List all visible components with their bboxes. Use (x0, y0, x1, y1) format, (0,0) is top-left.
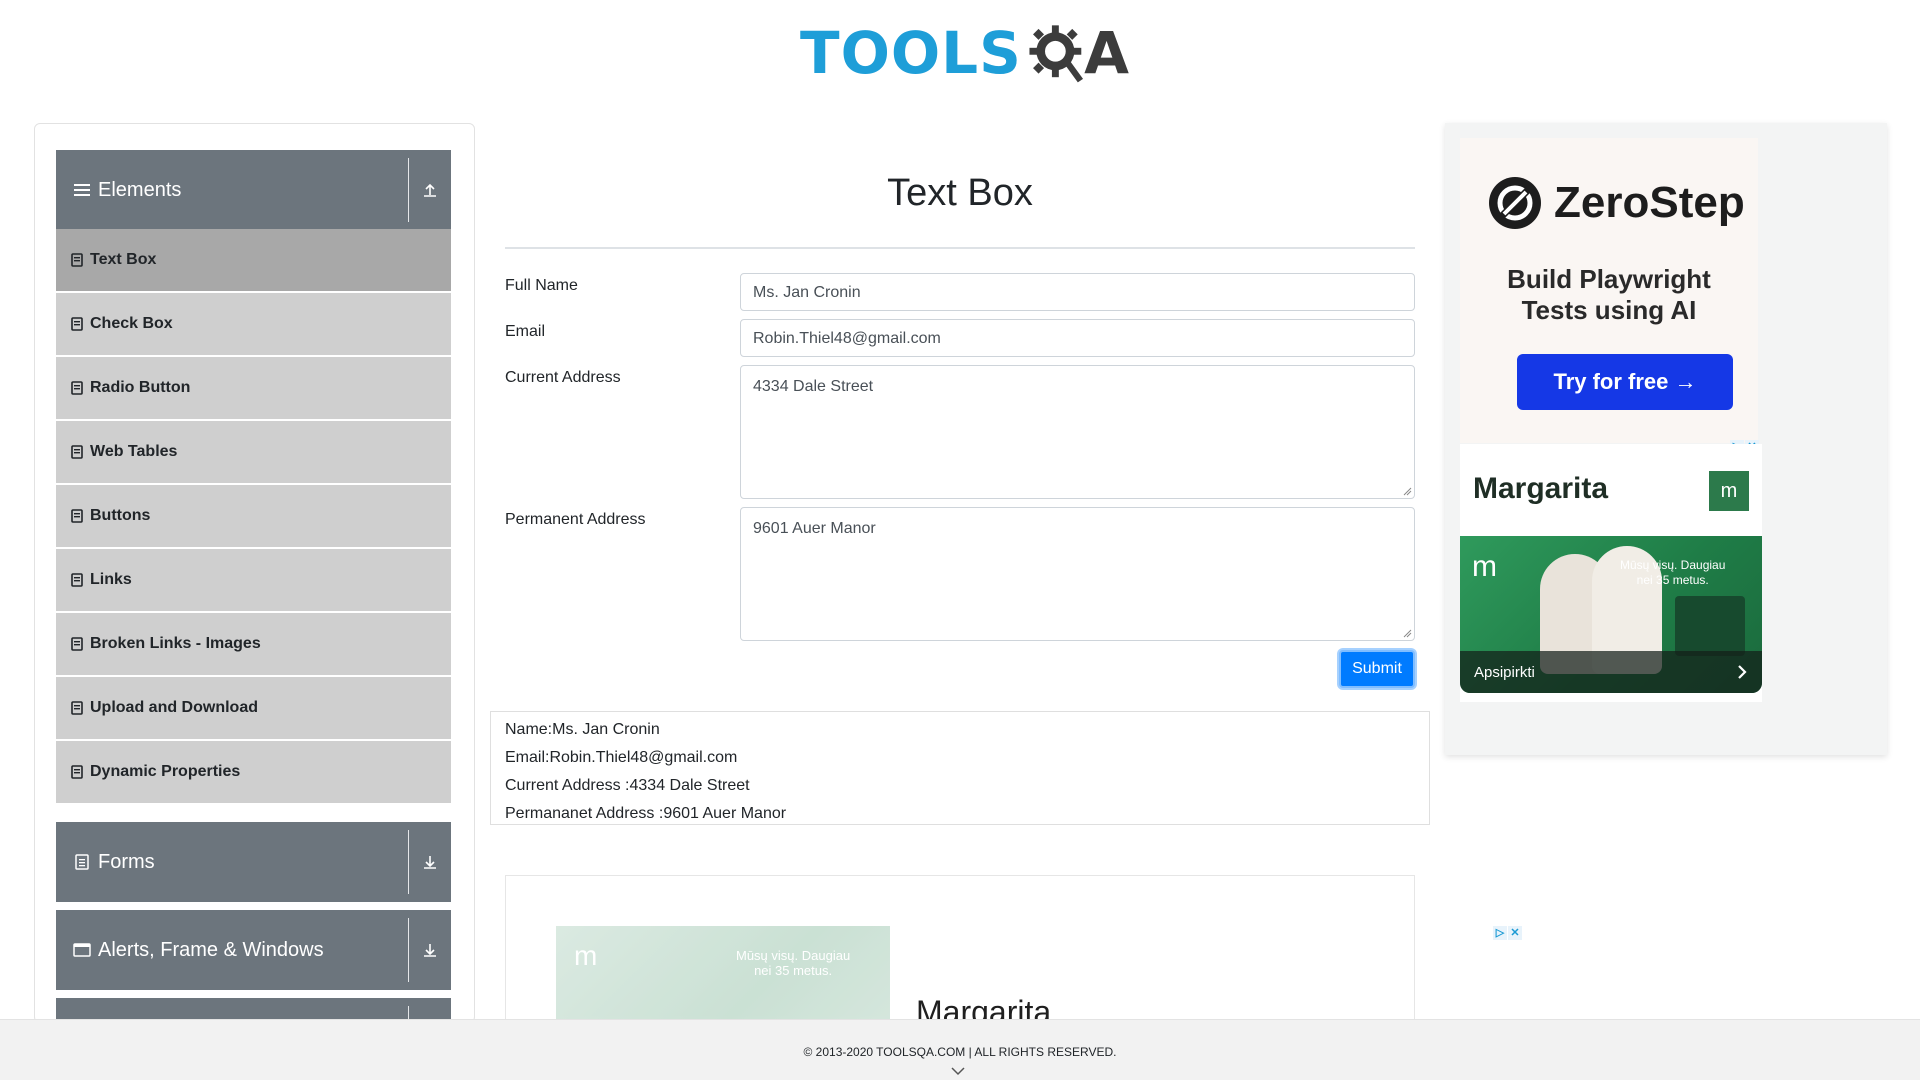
footer: © 2013-2020 TOOLSQA.COM | ALL RIGHTS RES… (0, 1019, 1920, 1080)
tagline-line2: Tests using AI (1521, 295, 1697, 325)
sidebar-item-label: Dynamic Properties (90, 763, 241, 780)
full-name-input[interactable]: Ms. Jan Cronin (740, 273, 1415, 311)
expand-arrow-icon[interactable] (409, 854, 451, 870)
list-item-icon (71, 253, 83, 267)
margarita-ad-image[interactable]: m Mūsų visų. Daugiau nei 35 metus. Apsip… (1460, 536, 1762, 693)
list-item-icon (71, 509, 83, 523)
sidebar-item-text-box[interactable]: Text Box (56, 229, 451, 291)
email-label: Email (505, 323, 546, 340)
logo-text-qa: A (1084, 19, 1130, 87)
sidebar-item-label: Radio Button (90, 379, 191, 396)
zerostep-brand-text: ZeroStep (1554, 178, 1745, 227)
document-icon (75, 854, 89, 870)
lower-ad-text-line2: nei 35 metus. (754, 963, 833, 978)
zerostep-brand: ZeroStep (1488, 176, 1745, 230)
sidebar-item-label: Buttons (90, 507, 151, 524)
lower-ad-text-line1: Mūsų visų. Daugiau (736, 948, 851, 963)
sidebar-item-label: Check Box (90, 315, 173, 332)
list-item-icon (71, 317, 83, 331)
sidebar-group-label: Alerts, Frame & Windows (98, 938, 324, 961)
ad-product-image (1675, 596, 1745, 656)
email-input[interactable]: Robin.Thiel48@gmail.com (740, 319, 1415, 357)
submit-button[interactable]: Submit (1339, 650, 1415, 688)
sidebar-item-label: Broken Links - Images (90, 635, 261, 652)
lower-ad-image-text: Mūsų visų. Daugiau nei 35 metus. (736, 948, 850, 978)
margarita-ad[interactable]: Margarita m m Mūsų visų. Daugiau nei 35 … (1460, 444, 1762, 702)
sidebar-group-label: Forms (98, 850, 155, 873)
tagline-line1: Build Playwright (1507, 264, 1711, 294)
sidebar-item-label: Web Tables (90, 443, 178, 460)
apsipirkti-label: Apsipirkti (1474, 663, 1535, 681)
sidebar-item-label: Upload and Download (90, 699, 258, 716)
sidebar-item-buttons[interactable]: Buttons (56, 485, 451, 547)
output-current-address: Current Address :4334 Dale Street (505, 777, 750, 794)
resize-grip-icon[interactable] (1403, 629, 1412, 638)
sidebar-item-label: Links (90, 571, 132, 588)
sidebar-group-forms[interactable]: Forms (56, 822, 451, 902)
right-ad-panel: ZeroStep Build Playwright Tests using AI… (1445, 123, 1887, 755)
chevron-right-icon (1738, 665, 1747, 679)
output-panel: Name:Ms. Jan Cronin Email:Robin.Thiel48@… (490, 711, 1430, 825)
image-text-line2: nei 35 metus. (1636, 573, 1709, 587)
sidebar-item-label: Text Box (90, 251, 157, 268)
output-email: Email:Robin.Thiel48@gmail.com (505, 749, 738, 766)
title-divider (505, 247, 1415, 249)
toolsqa-logo[interactable]: TOOLS A (800, 14, 1130, 92)
sidebar-menu-list: Text Box Check Box Radio Button Web Tabl… (56, 229, 451, 805)
sidebar-group-label: Elements (98, 178, 182, 201)
window-icon (73, 943, 91, 957)
apsipirkti-bar[interactable]: Apsipirkti (1460, 651, 1762, 693)
ad-close-icon[interactable]: ✕ (1508, 926, 1522, 940)
collapse-arrow-icon[interactable] (409, 182, 451, 198)
footer-copyright: © 2013-2020 TOOLSQA.COM | ALL RIGHTS RES… (803, 1045, 1117, 1059)
list-item-icon (71, 701, 83, 715)
list-item-icon (71, 445, 83, 459)
page: TOOLS A Elements Text Box Check Box Radi… (0, 0, 1920, 1080)
try-for-free-button[interactable]: Try for free → (1517, 354, 1733, 410)
list-item-icon (71, 637, 83, 651)
current-address-textarea[interactable]: 4334 Dale Street (740, 365, 1415, 499)
sidebar-item-links[interactable]: Links (56, 549, 451, 611)
sidebar-group-elements[interactable]: Elements (56, 150, 451, 230)
margarita-brand: Margarita (1473, 472, 1609, 505)
chevron-down-icon[interactable] (950, 1065, 966, 1077)
margarita-image-text: Mūsų visų. Daugiau nei 35 metus. (1620, 558, 1725, 588)
permanent-address-textarea[interactable]: 9601 Auer Manor (740, 507, 1415, 641)
sidebar-panel: Elements Text Box Check Box Radio Button… (34, 123, 475, 1023)
expand-arrow-icon[interactable] (409, 942, 451, 958)
list-item-icon (71, 381, 83, 395)
gear-magnifier-icon (1029, 25, 1083, 83)
zerostep-ad[interactable]: ZeroStep Build Playwright Tests using AI… (1460, 138, 1758, 443)
current-address-value: 4334 Dale Street (753, 378, 874, 395)
adchoices-icon[interactable]: ▷ ✕ (1493, 926, 1522, 940)
page-title: Text Box (887, 172, 1033, 214)
sidebar-item-web-tables[interactable]: Web Tables (56, 421, 451, 483)
sidebar-group-alerts-frame-windows[interactable]: Alerts, Frame & Windows (56, 910, 451, 990)
list-item-icon (71, 765, 83, 779)
permanent-address-value: 9601 Auer Manor (753, 520, 876, 537)
sidebar-item-radio-button[interactable]: Radio Button (56, 357, 451, 419)
zerostep-tagline: Build Playwright Tests using AI (1460, 264, 1758, 326)
sidebar-item-dynamic-properties[interactable]: Dynamic Properties (56, 741, 451, 803)
current-address-label: Current Address (505, 369, 621, 386)
resize-grip-icon[interactable] (1403, 487, 1412, 496)
full-name-label: Full Name (505, 277, 578, 294)
hamburger-icon (74, 184, 90, 196)
margarita-logo-icon: m (1709, 471, 1749, 511)
sidebar-item-broken-links-images[interactable]: Broken Links - Images (56, 613, 451, 675)
margarita-logo-icon: m (1472, 550, 1497, 583)
image-text-line1: Mūsų visų. Daugiau (1620, 558, 1726, 572)
margarita-logo-icon: m (574, 940, 598, 971)
logo-text-tools: TOOLS (800, 19, 1022, 87)
permanent-address-label: Permanent Address (505, 511, 646, 528)
output-name: Name:Ms. Jan Cronin (505, 721, 660, 738)
list-item-icon (71, 573, 83, 587)
output-permanent-address: Permananet Address :9601 Auer Manor (505, 805, 787, 822)
ad-info-icon[interactable]: ▷ (1493, 926, 1507, 940)
sidebar-item-check-box[interactable]: Check Box (56, 293, 451, 355)
zerostep-logo-icon (1489, 177, 1541, 229)
sidebar-item-upload-and-download[interactable]: Upload and Download (56, 677, 451, 739)
